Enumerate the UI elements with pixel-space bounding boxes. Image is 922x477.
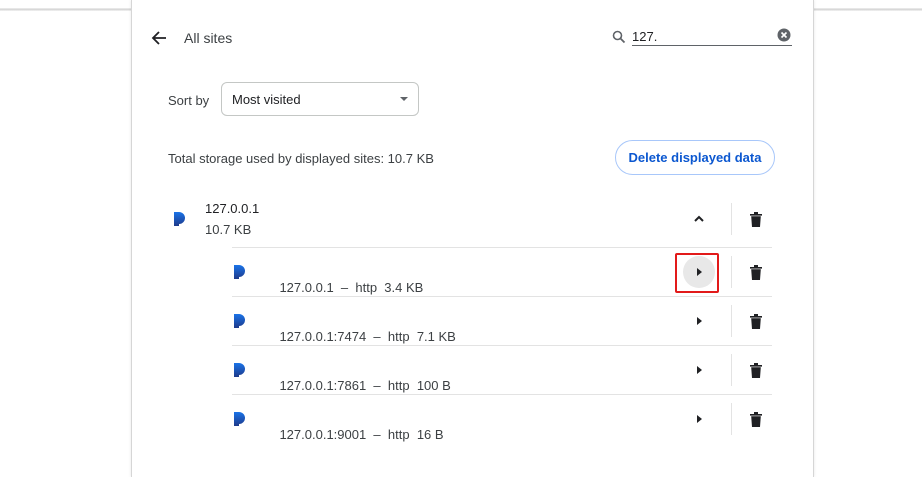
divider: [731, 203, 732, 235]
chevron-down-icon: [400, 97, 408, 101]
site-favicon-icon: [234, 363, 245, 377]
trash-icon: [750, 211, 762, 227]
delete-displayed-data-button[interactable]: Delete displayed data: [615, 140, 775, 175]
site-host: 127.0.0.1:7861: [279, 378, 367, 393]
delete-site-button[interactable]: [742, 258, 770, 286]
site-entry-label: 127.0.0.1:7861 – http 100 B: [279, 378, 451, 393]
row-favicon: [234, 363, 246, 382]
site-scheme: http: [387, 427, 410, 442]
delete-site-button[interactable]: [742, 405, 770, 433]
site-group-size: 10.7 KB: [205, 222, 252, 237]
row-divider: [232, 394, 772, 395]
triangle-right-icon: [697, 268, 702, 276]
site-favicon-icon: [234, 314, 245, 328]
site-host: 127.0.0.1:7474: [279, 329, 367, 344]
arrow-left-icon: [151, 31, 166, 45]
row-divider: [232, 296, 772, 297]
expand-site-button[interactable]: [685, 307, 713, 335]
divider: [731, 256, 732, 288]
site-size: 3.4 KB: [384, 280, 424, 295]
collapse-group-button[interactable]: [685, 205, 713, 233]
sort-selected-value: Most visited: [232, 91, 301, 107]
clear-search-icon[interactable]: [777, 28, 791, 42]
expand-site-button[interactable]: [685, 356, 713, 384]
site-size: 7.1 KB: [416, 329, 456, 344]
search-input[interactable]: [632, 27, 792, 46]
delete-site-button[interactable]: [742, 356, 770, 384]
site-size: 100 B: [416, 378, 451, 393]
triangle-right-icon: [697, 366, 702, 374]
storage-summary: Total storage used by displayed sites: 1…: [168, 151, 434, 166]
search-icon: [612, 30, 626, 44]
row-favicon: [234, 265, 246, 284]
triangle-right-icon: [697, 317, 702, 325]
trash-icon: [750, 264, 762, 280]
sort-by-label: Sort by: [168, 93, 210, 108]
expand-site-button[interactable]: [685, 405, 713, 433]
trash-icon: [750, 313, 762, 329]
row-favicon: [234, 314, 246, 333]
trash-icon: [750, 411, 762, 427]
site-scheme: http: [387, 378, 410, 393]
site-favicon-icon: [234, 412, 245, 426]
row-favicon: [234, 412, 246, 431]
site-scheme: http: [387, 329, 410, 344]
triangle-right-icon: [697, 415, 702, 423]
site-size: 16 B: [416, 427, 444, 442]
site-favicon-icon: [234, 265, 245, 279]
page-title: All sites: [184, 30, 233, 46]
chevron-up-icon: [694, 215, 704, 222]
divider: [731, 305, 732, 337]
site-host: 127.0.0.1: [279, 280, 334, 295]
back-button[interactable]: [146, 25, 172, 51]
row-divider: [232, 345, 772, 346]
all-sites-card: All sites Sort by Most visited Total sto…: [131, 0, 814, 477]
divider: [731, 354, 732, 386]
site-scheme: http: [355, 280, 378, 295]
divider: [731, 403, 732, 435]
site-entry-label: 127.0.0.1:9001 – http 16 B: [279, 427, 444, 442]
site-favicon-icon: [174, 212, 185, 226]
expand-site-button[interactable]: [683, 256, 715, 288]
trash-icon: [750, 362, 762, 378]
sort-by-select[interactable]: Most visited: [221, 82, 419, 116]
row-divider: [232, 247, 772, 248]
delete-group-button[interactable]: [742, 205, 770, 233]
site-entry-label: 127.0.0.1:7474 – http 7.1 KB: [279, 329, 456, 344]
site-group-host: 127.0.0.1: [205, 201, 260, 216]
site-host: 127.0.0.1:9001: [279, 427, 367, 442]
site-group-favicon: [174, 212, 186, 231]
delete-site-button[interactable]: [742, 307, 770, 335]
site-entry-label: 127.0.0.1 – http 3.4 KB: [279, 280, 424, 295]
